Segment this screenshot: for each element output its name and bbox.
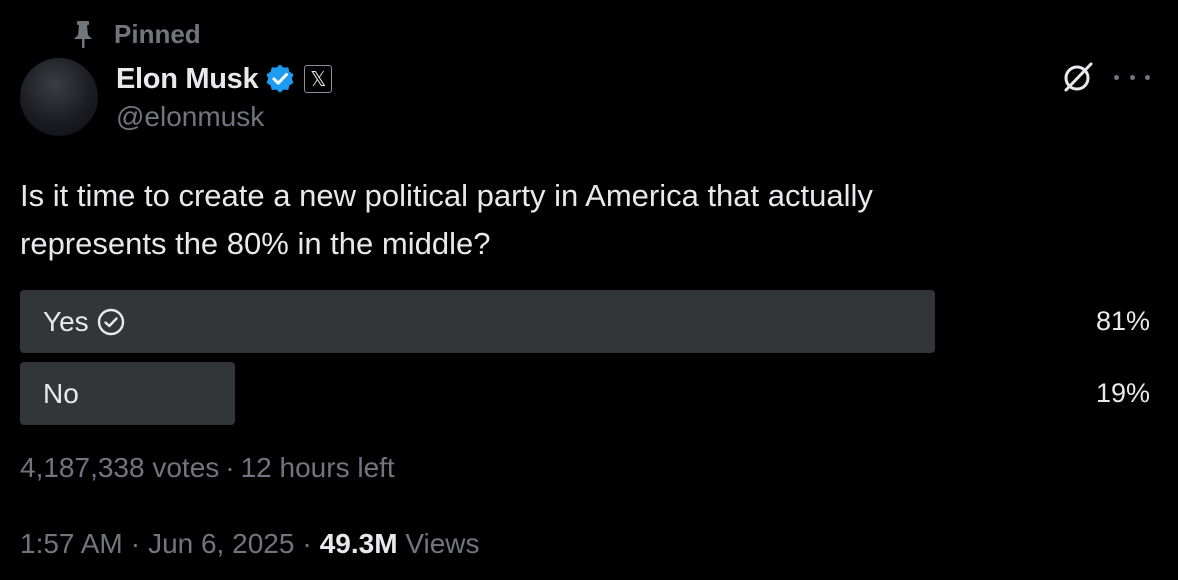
poll-option-label: Yes [43,290,125,353]
poll-option-label: No [43,362,79,425]
x-affiliate-icon[interactable]: 𝕏 [304,65,333,93]
poll-option-no: No 19% [20,362,1150,425]
check-circle-icon [97,308,124,335]
grok-icon[interactable] [1061,60,1095,94]
verified-badge-icon[interactable] [264,63,296,95]
author-name[interactable]: Elon Musk [116,63,259,96]
author-name-row: Elon Musk 𝕏 [116,60,333,98]
more-dot [1129,74,1135,80]
separator: · [302,528,312,559]
separator: · [130,528,141,559]
poll-bar-yes [20,290,935,353]
poll-votes: 4,187,338 votes [20,452,220,483]
views-count: 49.3M [319,528,398,559]
pin-icon [74,21,92,48]
poll-option-text: No [43,377,79,409]
separator: · [225,452,235,483]
post-text: Is it time to create a new political par… [20,178,873,261]
pinned-indicator: Pinned [70,18,201,50]
more-icon[interactable] [1114,64,1150,90]
views-label: Views [405,528,480,559]
post-time[interactable]: 1:57 AM [20,528,123,559]
poll-time-left: 12 hours left [240,452,395,483]
poll-meta: 4,187,338 votes · 12 hours left [20,452,395,484]
poll-option-percent: 81% [1095,306,1150,336]
poll-option-percent: 19% [1095,378,1150,408]
poll-option-text: Yes [43,305,89,337]
author-handle[interactable]: @elonmusk [116,101,264,133]
more-dot [1114,74,1119,80]
post-date[interactable]: Jun 6, 2025 [148,528,294,559]
pinned-label: Pinned [114,18,201,49]
post-timestamp-row: 1:57 AM · Jun 6, 2025 · 49.3M Views [20,528,480,560]
avatar[interactable] [20,58,98,136]
poll-option-yes: Yes 81% [20,290,1150,353]
more-dot [1145,74,1150,80]
